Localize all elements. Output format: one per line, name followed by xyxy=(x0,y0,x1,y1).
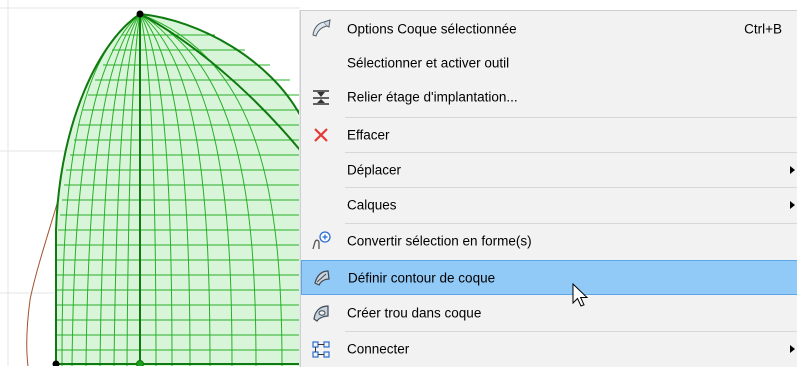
menu-item-label: Convertir sélection en forme(s) xyxy=(347,233,532,249)
vertex-top[interactable] xyxy=(136,10,144,18)
submenu-arrow-icon xyxy=(790,201,795,209)
menu-item-convert-to-morph[interactable]: Convertir sélection en forme(s) xyxy=(301,224,797,258)
shell-settings-icon xyxy=(310,18,332,40)
vertex-bottom-center[interactable] xyxy=(136,360,144,367)
submenu-arrow-icon xyxy=(790,345,795,353)
menu-item-shell-options[interactable]: Options Coque sélectionnée Ctrl+B xyxy=(301,12,797,46)
menu-item-label: Créer trou dans coque xyxy=(347,305,482,321)
menu-item-label: Connecter xyxy=(347,341,410,357)
menu-item-label: Définir contour de coque xyxy=(348,270,496,285)
delete-x-icon xyxy=(310,124,332,146)
menu-item-select-activate-tool[interactable]: Sélectionner et activer outil xyxy=(301,46,797,80)
shell-hole-icon xyxy=(310,302,332,324)
connect-icon xyxy=(310,338,332,360)
menu-item-layers[interactable]: Calques xyxy=(301,188,797,222)
context-menu: Options Coque sélectionnée Ctrl+B Sélect… xyxy=(300,10,797,367)
menu-item-move[interactable]: Déplacer xyxy=(301,153,797,187)
convert-morph-icon xyxy=(310,230,332,252)
shell-body xyxy=(56,14,300,366)
menu-item-create-shell-hole[interactable]: Créer trou dans coque xyxy=(301,296,797,330)
menu-item-delete[interactable]: Effacer xyxy=(301,118,797,152)
menu-item-label: Sélectionner et activer outil xyxy=(347,55,510,71)
menu-item-shortcut: Ctrl+B xyxy=(744,21,782,37)
submenu-arrow-icon xyxy=(790,166,795,174)
menu-item-connect[interactable]: Connecter xyxy=(301,332,797,366)
menu-item-label: Options Coque sélectionnée xyxy=(347,21,517,37)
menu-item-define-shell-contour[interactable]: Définir contour de coque xyxy=(301,260,797,295)
menu-item-label: Calques xyxy=(347,197,397,213)
mouse-pointer-icon xyxy=(572,283,589,307)
menu-item-label: Relier étage d'implantation... xyxy=(347,89,518,105)
menu-item-label: Déplacer xyxy=(347,162,402,178)
menu-item-link-home-story[interactable]: Relier étage d'implantation... xyxy=(301,80,797,114)
shell-contour-icon xyxy=(311,267,333,289)
home-story-icon xyxy=(310,86,332,108)
menu-item-label: Effacer xyxy=(347,127,390,143)
